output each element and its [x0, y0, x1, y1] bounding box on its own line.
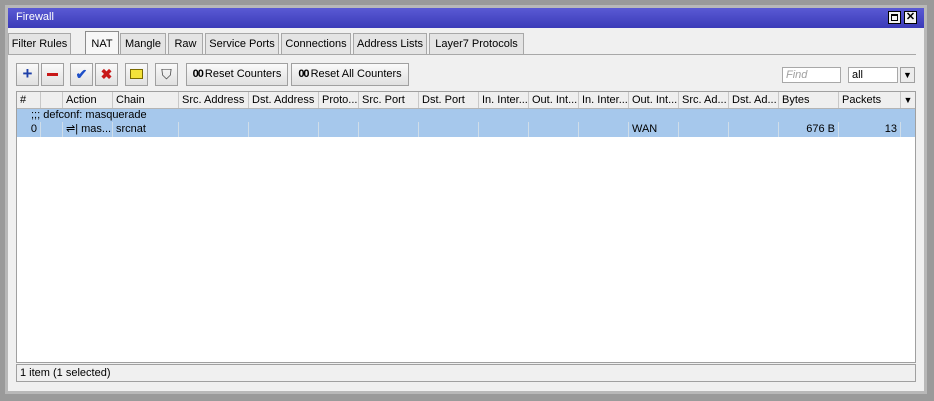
col-src-address-list[interactable]: Src. Ad...	[679, 92, 729, 108]
row-protocol	[319, 122, 359, 137]
col-out-interface-list[interactable]: Out. Int...	[629, 92, 679, 108]
tab-mangle[interactable]: Mangle	[120, 33, 166, 54]
add-button[interactable]: +	[16, 63, 39, 86]
filter-button[interactable]: ⛉	[155, 63, 178, 86]
tab-divider	[8, 54, 916, 55]
reset-all-counters-button[interactable]: 00 Reset All Counters	[291, 63, 409, 86]
tab-layer7-protocols[interactable]: Layer7 Protocols	[429, 33, 524, 54]
row-dst-address-list	[729, 122, 779, 137]
comment-row[interactable]: ;;; defconf: masquerade	[17, 109, 915, 122]
col-number[interactable]: #	[17, 92, 41, 108]
col-packets[interactable]: Packets	[839, 92, 901, 108]
col-in-interface[interactable]: In. Inter...	[479, 92, 529, 108]
col-dst-address-list[interactable]: Dst. Ad...	[729, 92, 779, 108]
row-out-interface-list: WAN	[629, 122, 679, 137]
row-action: ⇌| mas...	[63, 122, 113, 137]
row-dst-port	[419, 122, 479, 137]
tab-nat[interactable]: NAT	[85, 31, 119, 54]
row-src-address	[179, 122, 249, 137]
col-protocol[interactable]: Proto...	[319, 92, 359, 108]
check-icon: ✔	[75, 66, 88, 82]
tab-address-lists[interactable]: Address Lists	[353, 33, 427, 54]
counter-icon: 00	[298, 68, 309, 80]
enable-button[interactable]: ✔	[70, 63, 93, 86]
col-src-port[interactable]: Src. Port	[359, 92, 419, 108]
tab-connections[interactable]: Connections	[281, 33, 351, 54]
window-title: Firewall	[16, 11, 54, 23]
row-chain: srcnat	[113, 122, 179, 137]
col-src-address[interactable]: Src. Address	[179, 92, 249, 108]
close-button[interactable]: ✕	[904, 11, 917, 24]
filter-icon: ⛉	[161, 66, 172, 82]
reset-counters-button[interactable]: 00 Reset Counters	[186, 63, 288, 86]
status-bar: 1 item (1 selected)	[16, 364, 916, 382]
nat-rules-table: # Action Chain Src. Address Dst. Address…	[16, 91, 916, 363]
col-dst-address[interactable]: Dst. Address	[249, 92, 319, 108]
plus-icon: +	[22, 64, 33, 83]
row-src-address-list	[679, 122, 729, 137]
column-menu-icon[interactable]: ▼	[901, 92, 915, 108]
row-flags	[41, 122, 63, 137]
dropdown-arrow-icon[interactable]: ▼	[900, 67, 915, 83]
minus-icon	[47, 72, 58, 76]
comment-icon	[130, 69, 143, 80]
row-number: 0	[17, 122, 41, 137]
col-action[interactable]: Action	[63, 92, 113, 108]
reset-all-counters-label: Reset All Counters	[310, 68, 402, 80]
col-chain[interactable]: Chain	[113, 92, 179, 108]
tab-raw[interactable]: Raw	[168, 33, 203, 54]
row-in-interface-list	[579, 122, 629, 137]
find-input[interactable]: Find	[782, 67, 841, 83]
title-bar[interactable]: Firewall ✕	[8, 8, 924, 28]
row-packets: 13	[839, 122, 901, 137]
x-icon: ✖	[100, 66, 113, 82]
tab-service-ports[interactable]: Service Ports	[205, 33, 279, 54]
row-dst-address	[249, 122, 319, 137]
remove-button[interactable]	[41, 63, 64, 86]
col-dst-port[interactable]: Dst. Port	[419, 92, 479, 108]
row-bytes: 676 B	[779, 122, 839, 137]
row-action-label: mas...	[81, 123, 112, 135]
col-bytes[interactable]: Bytes	[779, 92, 839, 108]
reset-counters-label: Reset Counters	[204, 68, 282, 80]
table-header: # Action Chain Src. Address Dst. Address…	[17, 92, 915, 109]
disable-button[interactable]: ✖	[95, 63, 118, 86]
row-in-interface	[479, 122, 529, 137]
comment-text: ;;; defconf: masquerade	[31, 109, 147, 121]
masquerade-icon: ⇌|	[66, 123, 82, 135]
col-flags[interactable]	[41, 92, 63, 108]
comment-button[interactable]	[125, 63, 148, 86]
table-row[interactable]: 0 ⇌| mas... srcnat WAN 676 B 13	[17, 122, 915, 137]
col-out-interface[interactable]: Out. Int...	[529, 92, 579, 108]
maximize-button[interactable]	[888, 11, 901, 24]
tab-filter-rules[interactable]: Filter Rules	[8, 33, 71, 54]
row-src-port	[359, 122, 419, 137]
col-in-interface-list[interactable]: In. Inter...	[579, 92, 629, 108]
filter-select[interactable]: all	[848, 67, 898, 83]
counter-icon: 00	[192, 68, 204, 80]
row-out-interface	[529, 122, 579, 137]
